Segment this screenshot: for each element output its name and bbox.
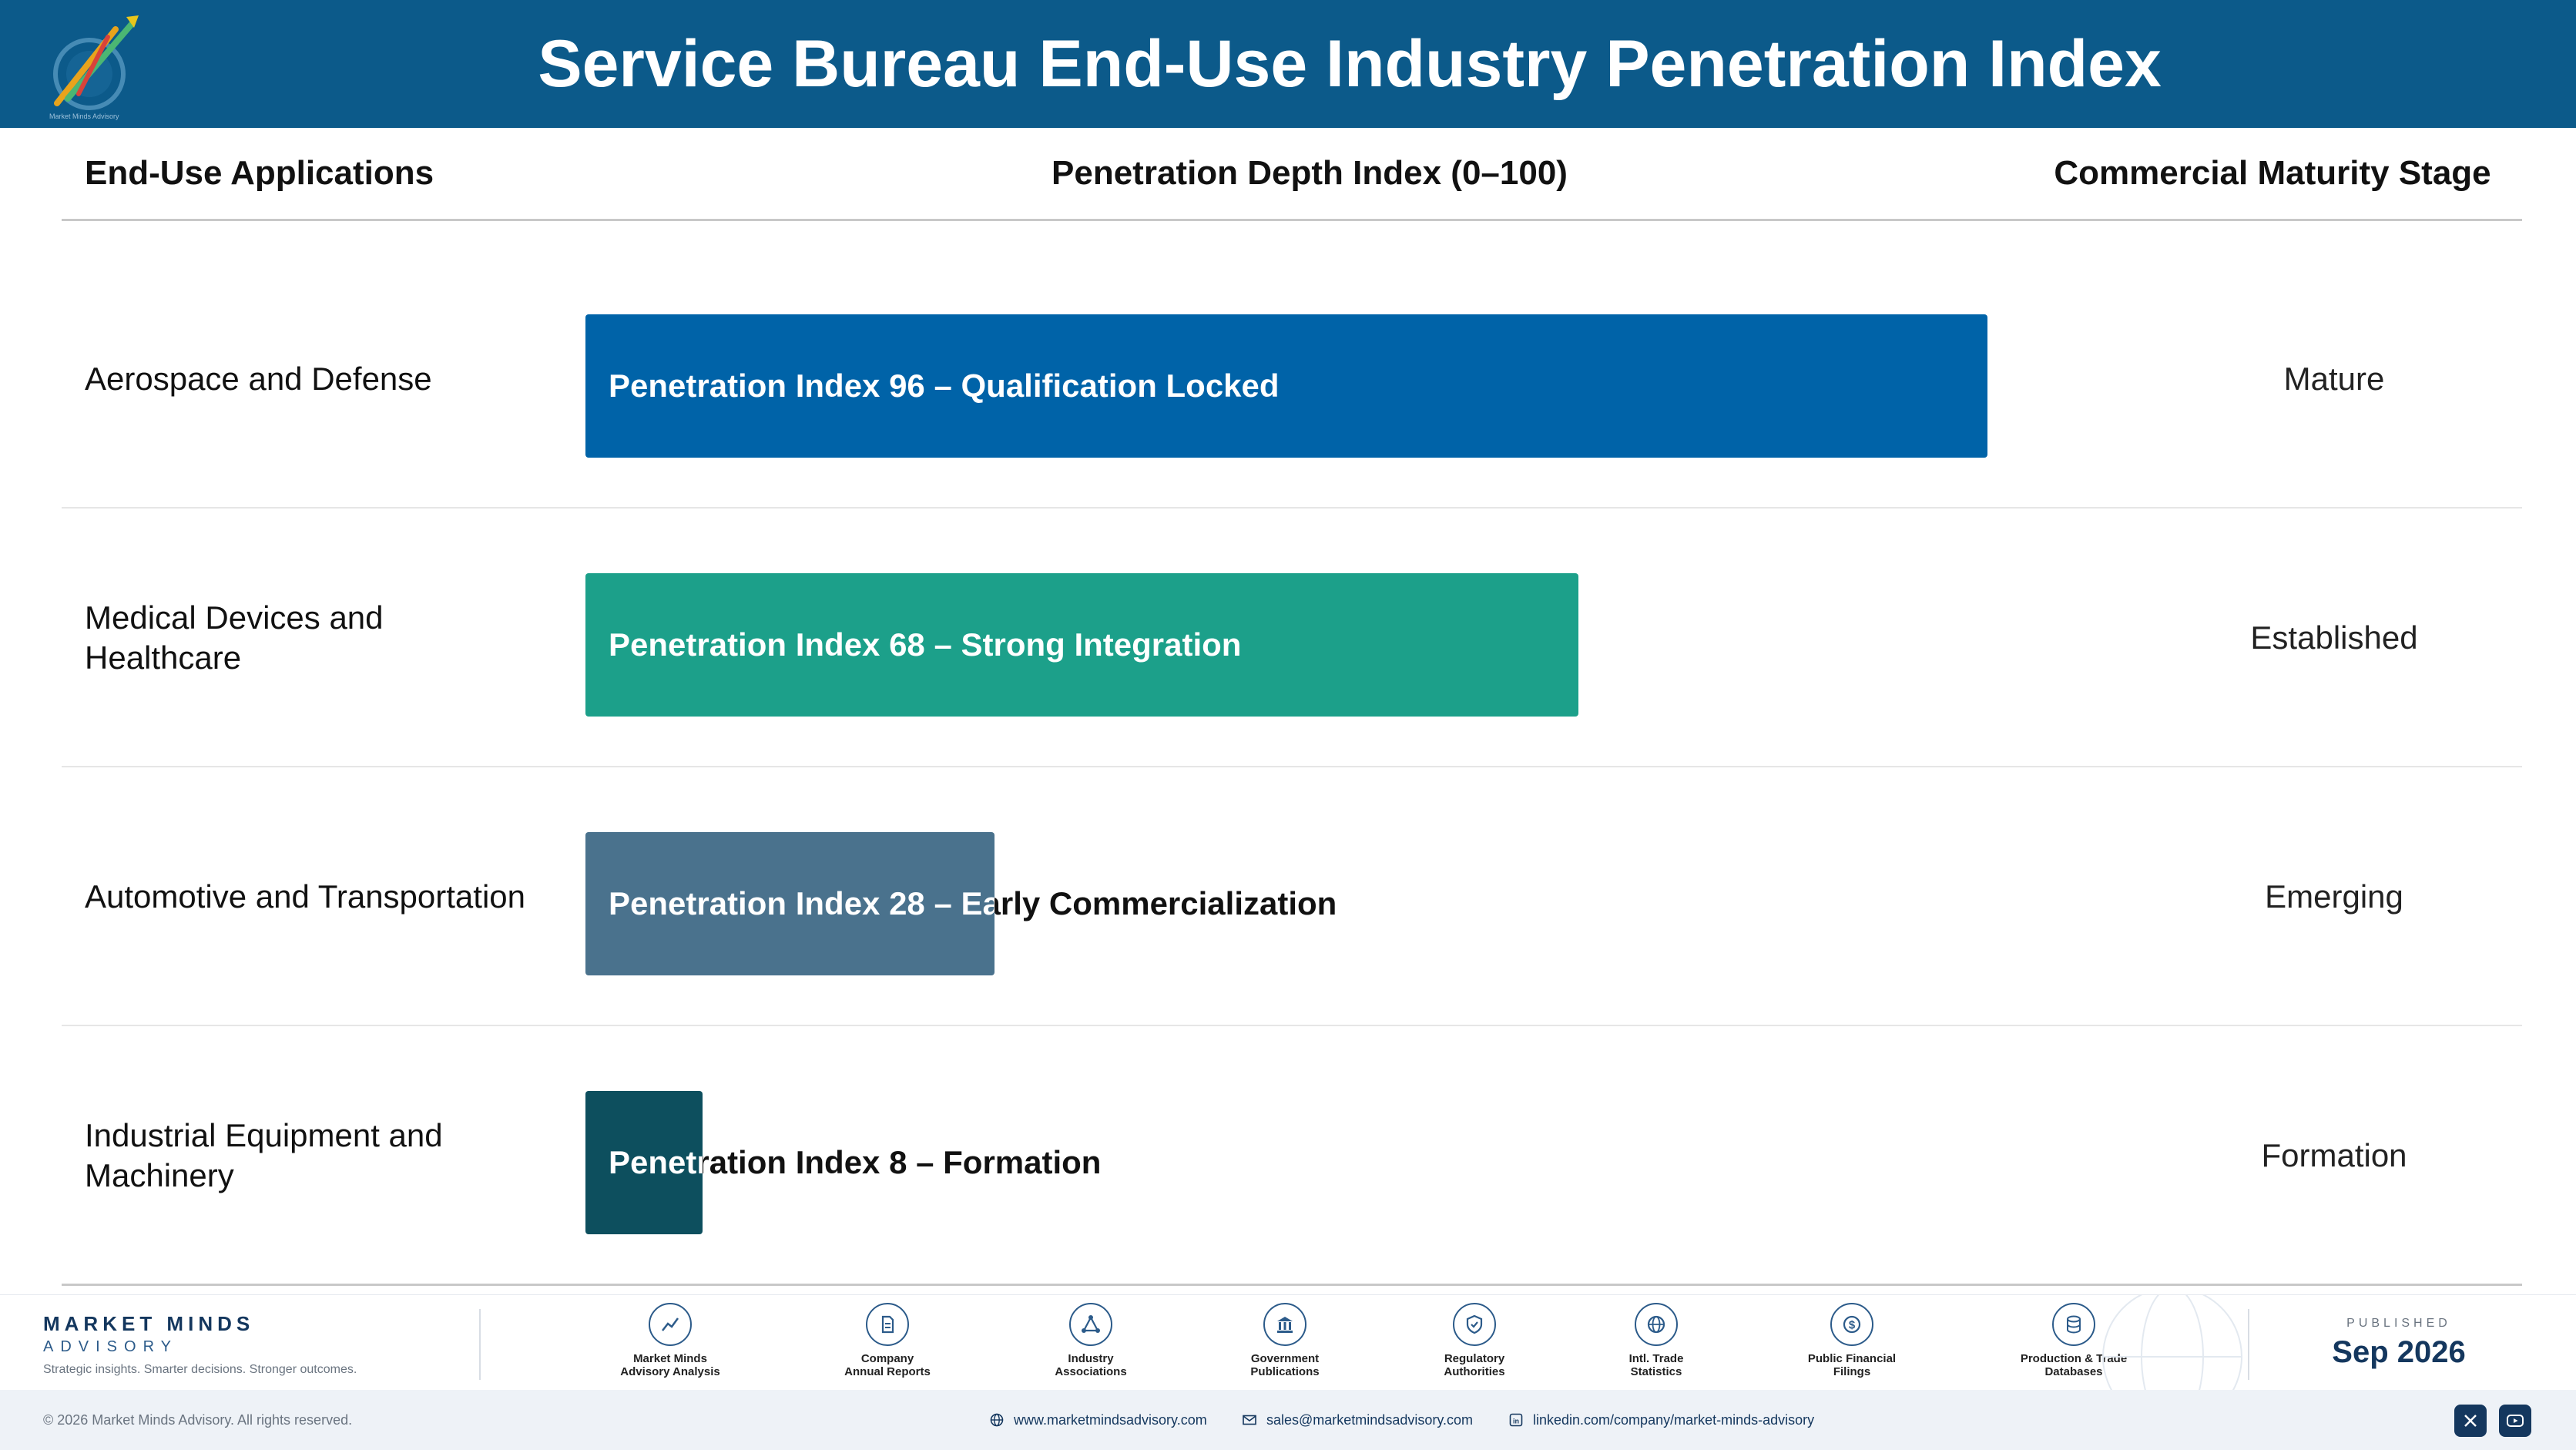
footer-separator [2248,1309,2249,1380]
page-title: Service Bureau End-Use Industry Penetrat… [538,27,2162,101]
linkedin-link[interactable]: in linkedin.com/company/market-minds-adv… [1508,1390,1814,1450]
government-building-icon [1263,1303,1306,1346]
network-icon [1069,1303,1112,1346]
dollar-coin-icon: $ [1830,1303,1873,1346]
column-header-index: Penetration Depth Index (0–100) [1052,154,1568,192]
footer: MARKET MINDS ADVISORY Strategic insights… [0,1294,2576,1391]
source-item: Regulatory Authorities [1397,1303,1551,1378]
source-label-line2: Authorities [1444,1365,1505,1378]
x-icon [2464,1415,2477,1427]
database-icon [2052,1303,2095,1346]
document-icon [866,1303,909,1346]
source-item: Market Minds Advisory Analysis [593,1303,747,1378]
email-link[interactable]: sales@marketmindsadvisory.com [1242,1390,1473,1450]
source-label-line2: Advisory Analysis [620,1365,720,1378]
mail-icon [1243,1415,1256,1425]
source-label-line1: Regulatory [1444,1352,1505,1365]
source-item: Intl. Trade Statistics [1579,1303,1733,1378]
source-label-line2: Associations [1055,1365,1127,1378]
bar-label: Penetration Index 28 – Early Commerciali… [609,832,1337,975]
chart-row: Medical Devices and Healthcare Penetrati… [62,509,2522,767]
footer-divider [62,1284,2522,1286]
source-item: $ Public Financial Filings [1775,1303,1929,1378]
svg-text:in: in [1513,1418,1519,1425]
bar-label: Penetration Index 96 – Qualification Loc… [609,314,1280,458]
category-label: Automotive and Transportation [85,878,526,915]
published-label: PUBLISHED [2346,1317,2451,1330]
source-label-line1: Market Minds [633,1352,707,1365]
column-header-stage: Commercial Maturity Stage [2054,154,2491,192]
brand-name: MARKET MINDS [43,1312,255,1335]
shield-check-icon [1453,1303,1496,1346]
source-label-line1: Industry [1068,1352,1114,1365]
source-label-line2: Filings [1833,1365,1871,1378]
bottom-bar: © 2026 Market Minds Advisory. All rights… [0,1390,2576,1450]
source-item: Company Annual Reports [810,1303,964,1378]
globe-icon [990,1413,1004,1427]
source-label-line2: Databases [2044,1365,2103,1378]
source-label-line1: Company [860,1352,914,1365]
brand-subtitle: ADVISORY [43,1338,178,1355]
category-label: Aerospace and Defense [85,361,432,397]
source-label-line2: Annual Reports [844,1365,931,1378]
chart-row: Aerospace and Defense Penetration Index … [62,250,2522,509]
header-banner: Market Minds Advisory Service Bureau End… [0,0,2576,128]
maturity-stage: Emerging [2265,878,2403,915]
x-social-button[interactable] [2454,1405,2487,1437]
svg-text:$: $ [1849,1319,1856,1332]
chart-line-icon [649,1303,692,1346]
source-label-line2: Statistics [1630,1365,1682,1378]
youtube-icon [2507,1415,2524,1427]
source-label-line1: Government [1250,1352,1320,1365]
website-text: www.marketmindsadvisory.com [1014,1411,1207,1428]
source-label-line1: Public Financial [1807,1352,1897,1365]
bar-label: Penetration Index 68 – Strong Integratio… [609,573,1241,717]
website-link[interactable]: www.marketmindsadvisory.com [989,1390,1207,1450]
youtube-social-button[interactable] [2499,1405,2531,1437]
maturity-stage: Established [2250,619,2418,656]
published-date: Sep 2026 [2332,1335,2466,1369]
linkedin-text: linkedin.com/company/market-minds-adviso… [1533,1411,1815,1428]
category-label: Medical Devices and Healthcare [85,599,384,676]
source-item: Industry Associations [1014,1303,1168,1378]
email-text: sales@marketmindsadvisory.com [1266,1411,1474,1428]
column-header-applications: End-Use Applications [85,154,434,192]
globe-icon [1635,1303,1678,1346]
header-divider [62,219,2522,221]
maturity-stage: Mature [2283,361,2385,397]
footer-separator [479,1309,481,1380]
category-label: Industrial Equipment and Machinery [85,1117,443,1193]
brand-tagline: Strategic insights. Smarter decisions. S… [43,1363,357,1376]
maturity-stage: Formation [2261,1137,2407,1173]
source-label-line2: Publications [1250,1365,1320,1378]
source-label-line1: Intl. Trade [1628,1352,1684,1365]
chart-row: Automotive and Transportation Penetratio… [62,767,2522,1026]
copyright: © 2026 Market Minds Advisory. All rights… [43,1412,353,1428]
bar-label: Penetration Index 8 – Formation [609,1091,1101,1234]
source-item: Government Publications [1208,1303,1362,1378]
chart-row: Industrial Equipment and Machinery Penet… [62,1026,2522,1285]
globe-watermark-icon [2102,1295,2242,1391]
linkedin-icon: in [1509,1413,1523,1427]
